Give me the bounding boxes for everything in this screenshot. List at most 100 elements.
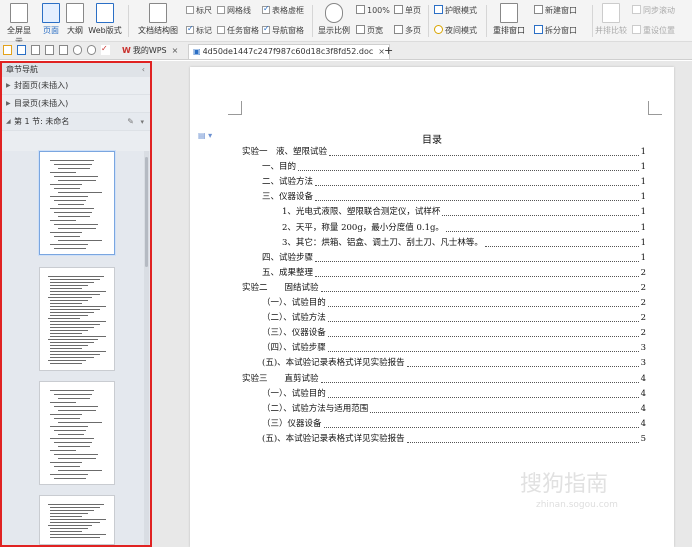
- marks-checkbox[interactable]: 标记: [186, 24, 212, 36]
- new-tab-button[interactable]: +: [380, 44, 397, 59]
- table-border-checkbox[interactable]: 表格虚框: [262, 4, 304, 16]
- toc-entry[interactable]: （一）、试验目的 4: [262, 388, 646, 401]
- nav-item-toc[interactable]: ▶ 目录页(未插入): [2, 95, 150, 113]
- toc-entry[interactable]: 实验二 固结试验 2: [242, 282, 646, 295]
- toc-entry[interactable]: 五、成果整理 2: [262, 267, 646, 280]
- thumbnail-text-line: [50, 184, 82, 185]
- ruler-checkbox[interactable]: 标尺: [186, 5, 212, 16]
- thumbnail-text-line: [50, 303, 82, 304]
- reset-position-button[interactable]: 重设位置: [632, 25, 675, 36]
- toc-entry[interactable]: 实验一 液、塑限试验 1: [242, 146, 646, 159]
- toc-entry[interactable]: （三）仪器设备 4: [262, 418, 646, 431]
- web-view-button[interactable]: Web版式: [88, 0, 122, 36]
- toc-entry-text: (五)、本试验记录表格式详见实验报告: [262, 358, 405, 369]
- thumbnail-text-line: [50, 309, 100, 310]
- page-thumbnail-2[interactable]: [39, 267, 115, 371]
- dropdown-icon[interactable]: ✓: [101, 45, 110, 55]
- chevron-down-icon[interactable]: ▾: [140, 113, 144, 131]
- thumbnail-text-line: [58, 204, 84, 205]
- page-thumbnail-1[interactable]: [39, 151, 115, 255]
- nav-item-section-1[interactable]: ◢ 第 1 节: 未命名 ✎ ▾: [2, 113, 150, 131]
- side-by-side-button[interactable]: 并排比较: [594, 0, 628, 36]
- new-window-button[interactable]: 新建窗口: [534, 5, 577, 16]
- toc-entry[interactable]: 1、光电式液限、塑限联合测定仪，试样杯 1: [282, 206, 646, 219]
- toc-entry-text: （四）、试验步骤: [262, 343, 326, 354]
- toc-page-number: 1: [640, 147, 646, 157]
- collapse-icon[interactable]: ‹: [142, 63, 145, 77]
- save-icon[interactable]: [17, 45, 26, 55]
- task-pane-checkbox[interactable]: 任务窗格: [217, 25, 259, 36]
- thumbnail-text-line: [48, 525, 92, 526]
- undo-icon[interactable]: [73, 45, 82, 55]
- thumbnail-text-line: [48, 339, 98, 340]
- outline-view-button[interactable]: 大纲: [64, 0, 86, 36]
- open-icon[interactable]: [3, 45, 12, 55]
- thumbnail-text-line: [50, 282, 94, 283]
- wps-logo-icon: W: [122, 46, 131, 55]
- web-view-icon: [96, 3, 114, 23]
- night-mode-button[interactable]: 夜间模式: [434, 25, 477, 36]
- thumbnail-text-line: [50, 232, 82, 233]
- toc-entry[interactable]: (五)、本试验记录表格式详见实验报告 5: [262, 433, 646, 446]
- redo-icon[interactable]: [87, 45, 96, 55]
- thumbnail-text-line: [50, 306, 106, 307]
- toc-entry-text: 一、目的: [262, 162, 297, 173]
- export-pdf-icon[interactable]: [31, 45, 40, 55]
- nav-item-cover[interactable]: ▶ 封面页(未插入): [2, 77, 150, 95]
- page-width-button[interactable]: 页宽: [356, 25, 383, 36]
- toc-entry[interactable]: （二）、试验方法与适用范围 4: [262, 403, 646, 416]
- collapse-arrow-icon: ◢: [6, 118, 11, 125]
- tab-bar: ✓ W 我的WPS × ▣ 4d50de1447c247f987c60d18c3f8f…: [0, 42, 692, 60]
- thumbnail-text-line: [50, 279, 100, 280]
- rearrange-window-button[interactable]: 重排窗口: [488, 0, 530, 36]
- toc-entry[interactable]: 三、仪器设备 1: [262, 191, 646, 204]
- nav-pane-header: 章节导航 ‹: [2, 63, 150, 77]
- toc-entry[interactable]: （四）、试验步骤 3: [262, 342, 646, 355]
- tab-my-wps[interactable]: W 我的WPS ×: [118, 44, 182, 59]
- sync-scroll-button[interactable]: 同步滚动: [632, 5, 675, 16]
- nav-pane-checkbox[interactable]: 导航窗格: [262, 24, 304, 36]
- toc-entry[interactable]: （二）、试验方法 2: [262, 312, 646, 325]
- thumbnail-text-line: [50, 315, 88, 316]
- thumbnail-text-line: [50, 426, 88, 427]
- toc-entry-text: 1、光电式液限、塑限联合测定仪，试样杯: [282, 207, 441, 218]
- page-thumbnails: [2, 151, 150, 545]
- tab-document[interactable]: ▣ 4d50de1447c247f987c60d18c3f8fd52.doc ×: [188, 44, 390, 59]
- multi-page-button[interactable]: 多页: [394, 25, 421, 36]
- toc-entry[interactable]: （三）、仪器设备 2: [262, 327, 646, 340]
- edit-icon[interactable]: ✎: [127, 113, 134, 131]
- close-icon[interactable]: ×: [172, 46, 179, 55]
- thumbnail-scrollbar[interactable]: [144, 151, 149, 545]
- toc-entry[interactable]: 一、目的 1: [262, 161, 646, 174]
- doc-structure-button[interactable]: 文档结构图: [134, 0, 182, 36]
- toc-entry[interactable]: 实验三 直剪试验 4: [242, 373, 646, 386]
- toc-entry[interactable]: 二、试验方法 1: [262, 176, 646, 189]
- single-page-button[interactable]: 单页: [394, 5, 421, 16]
- fullscreen-button[interactable]: 全屏显示: [4, 0, 34, 47]
- zoom-100-button[interactable]: 100%: [356, 5, 390, 15]
- thumbnail-text-line: [50, 363, 82, 364]
- page-view-button[interactable]: 页面: [40, 0, 62, 36]
- thumbnail-text-line: [54, 418, 80, 419]
- toc-entry-text: （三）仪器设备: [262, 418, 322, 429]
- toc-entry[interactable]: 3、其它：烘箱、铝盒、调土刀、刮土刀、凡士林等。 1: [282, 237, 646, 250]
- toc-entry[interactable]: （一）、试验目的 2: [262, 297, 646, 310]
- zoom-button[interactable]: 显示比例: [316, 0, 352, 36]
- toc-page-number: 1: [640, 177, 646, 188]
- toc-page-number: 1: [640, 207, 646, 218]
- print-icon[interactable]: [45, 45, 54, 55]
- thumbnail-text-line: [50, 414, 82, 415]
- thumbnail-text-line: [50, 300, 88, 301]
- toc-entry[interactable]: (五)、本试验记录表格式详见实验报告 3: [262, 357, 646, 370]
- page-thumbnail-4[interactable]: [39, 495, 115, 545]
- print-preview-icon[interactable]: [59, 45, 68, 55]
- crop-mark: [228, 101, 242, 115]
- toc-entry[interactable]: 四、试验步骤 1: [262, 252, 646, 265]
- split-window-button[interactable]: 拆分窗口: [534, 25, 577, 36]
- toc-page-number: 1: [640, 222, 646, 233]
- eye-mode-button[interactable]: 护眼模式: [434, 5, 477, 16]
- page-thumbnail-3[interactable]: [39, 381, 115, 485]
- toc-entry[interactable]: 2、天平，称量 200g，最小分度值 0.1g。 1: [282, 222, 646, 235]
- thumbnail-text-line: [50, 288, 82, 289]
- gridlines-checkbox[interactable]: 网格线: [217, 5, 251, 16]
